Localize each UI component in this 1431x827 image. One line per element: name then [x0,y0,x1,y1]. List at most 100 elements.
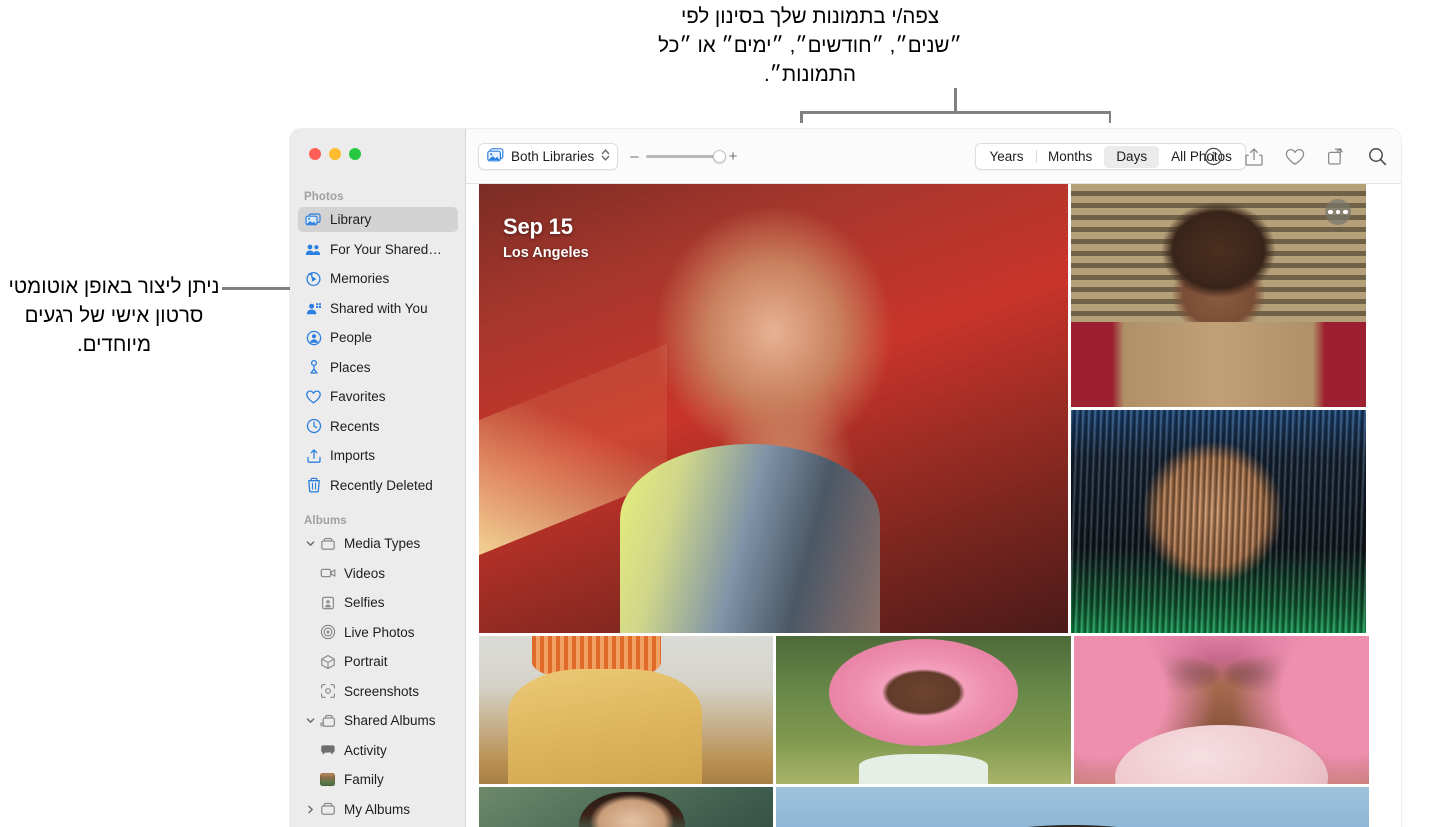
grid-row-1: Sep 15 Los Angeles [479,184,1390,633]
close-button[interactable] [309,148,321,160]
sidebar-item-shared-albums[interactable]: Shared Albums [298,708,458,733]
sidebar-item-label: Recents [330,418,380,434]
sidebar-item-videos[interactable]: Videos [298,561,458,586]
sidebar-item-screenshots[interactable]: Screenshots [298,679,458,704]
grid-row-3 [479,787,1390,827]
sidebar-item-label: For Your Shared… [330,241,442,257]
imports-icon [304,448,323,464]
sidebar-item-label: My Albums [344,801,411,817]
photo-image [1074,636,1369,784]
photo-laughing-woman[interactable] [479,787,773,827]
zoom-slider-knob[interactable] [712,149,726,163]
zoom-slider[interactable]: – + [630,149,737,164]
search-icon[interactable] [1367,147,1387,167]
sidebar-item-label: Live Photos [344,624,415,640]
zoom-button[interactable] [349,148,361,160]
folder-icon [318,536,337,552]
share-icon[interactable] [1244,147,1264,167]
library-picker-label: Both Libraries [511,148,595,164]
trash-icon [304,477,323,493]
photo-pink-afro[interactable] [776,636,1071,784]
sidebar-item-media-types[interactable]: Media Types [298,531,458,556]
photo-image [1071,410,1366,633]
sidebar-section-header: Albums [304,515,347,527]
photo-portrait-red-light[interactable]: Sep 15 Los Angeles [479,184,1068,633]
photo-image [1071,184,1366,407]
hero-location: Los Angeles [503,245,589,261]
chevron-right-icon[interactable] [304,804,316,815]
family-album-thumbnail [318,772,337,788]
rotate-icon[interactable] [1326,147,1346,167]
toolbar-right-icons [1203,129,1387,184]
memories-icon [304,271,323,287]
folder-icon [318,801,337,817]
sidebar-item-live-photos[interactable]: Live Photos [298,620,458,645]
sidebar-item-my-albums[interactable]: My Albums [298,797,458,822]
callout-top-bracket-left-cap [800,111,803,123]
sidebar-item-selfies[interactable]: Selfies [298,590,458,615]
for-your-shared-icon [304,241,323,257]
library-icon [304,212,323,228]
sidebar-item-memories[interactable]: Memories [298,266,458,291]
favorites-heart-icon [304,389,323,405]
photo-image [479,636,773,784]
photo-beaded-headpiece[interactable] [479,636,773,784]
window-controls [309,148,361,160]
photo-bubble-gum[interactable] [1074,636,1369,784]
chevron-down-icon[interactable] [304,715,316,726]
sidebar-item-label: Media Types [344,536,421,551]
sidebar-item-shared-with-you[interactable]: Shared with You [298,296,458,321]
sidebar-item-recents[interactable]: Recents [298,414,458,439]
sidebar-item-label: Recently Deleted [330,477,433,493]
photo-blue-wall-curls[interactable] [776,787,1369,827]
people-icon [304,330,323,346]
sidebar-item-imports[interactable]: Imports [298,443,458,468]
more-options-button[interactable] [1325,199,1351,225]
zoom-in-label[interactable]: + [729,149,738,164]
chevron-down-icon[interactable] [304,538,316,549]
photo-water-streaks[interactable] [1071,410,1366,633]
toolbar: Both Libraries – + Years Months Days All Ph… [466,129,1401,184]
photos-library-icon [487,147,504,165]
favorite-heart-icon[interactable] [1285,147,1305,167]
live-photos-icon [318,624,337,640]
sidebar-item-favorites[interactable]: Favorites [298,384,458,409]
photo-boy-blinds[interactable] [1071,184,1366,407]
selfies-icon [318,595,337,611]
sidebar-section-header: Photos [304,191,344,203]
library-picker[interactable]: Both Libraries [478,142,619,170]
sidebar-item-family[interactable]: Family [298,767,458,792]
sidebar-item-for-your-shared[interactable]: For Your Shared… [298,237,458,262]
sidebar-item-label: Portrait [344,654,388,669]
photo-grid-area[interactable]: Sep 15 Los Angeles [466,184,1401,827]
hero-overlay: Sep 15 Los Angeles [503,214,589,261]
sidebar-item-library[interactable]: Library [298,207,458,232]
photo-grid: Sep 15 Los Angeles [479,184,1390,827]
sidebar-item-label: Favorites [330,389,386,404]
zoom-out-label[interactable]: – [630,149,638,164]
hero-date: Sep 15 [503,214,573,239]
sidebar-item-label: Library [330,212,372,227]
sidebar-item-label: Family [344,772,384,787]
info-icon[interactable] [1203,147,1223,167]
minimize-button[interactable] [329,148,341,160]
sidebar: Photos Library For Your Shared… Memories Sha… [290,129,466,827]
segment-years[interactable]: Years [978,146,1036,168]
sidebar-item-recently-deleted[interactable]: Recently Deleted [298,473,458,498]
sidebar-item-people[interactable]: People [298,325,458,350]
sidebar-item-label: Places [330,359,371,375]
sidebar-scroll-area[interactable]: Photos Library For Your Shared… Memories Sha… [290,191,466,827]
recents-clock-icon [304,418,323,434]
photo-image [479,787,773,827]
video-icon [318,565,337,581]
sidebar-item-label: Shared with You [330,300,428,316]
zoom-slider-track[interactable] [645,149,726,163]
shared-with-you-icon [304,300,323,316]
up-down-chevron-icon [601,148,610,165]
sidebar-item-portrait[interactable]: Portrait [298,649,458,674]
photo-image [776,636,1071,784]
sidebar-item-places[interactable]: Places [298,355,458,380]
sidebar-item-activity[interactable]: Activity [298,738,458,763]
segment-months[interactable]: Months [1036,146,1104,168]
segment-days[interactable]: Days [1104,145,1160,168]
